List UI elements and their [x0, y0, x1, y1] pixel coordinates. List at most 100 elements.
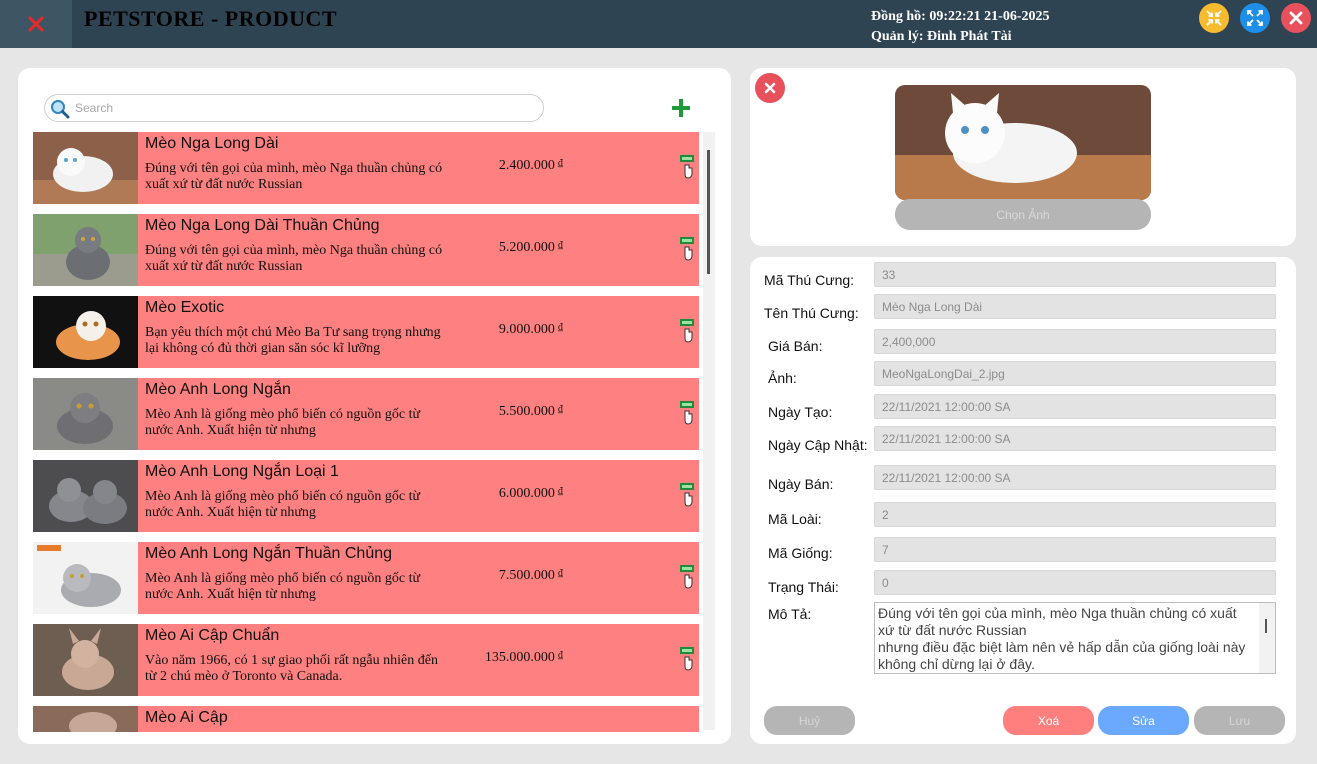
- cart-action[interactable]: [679, 318, 695, 344]
- close-icon: [28, 16, 44, 32]
- scroll-thumb[interactable]: [707, 150, 710, 274]
- cancel-button[interactable]: Huỷ: [764, 706, 855, 735]
- delete-button[interactable]: Xoá: [1003, 706, 1094, 735]
- add-product-button[interactable]: [670, 97, 692, 119]
- cat-photo-icon: [33, 214, 138, 286]
- image-field[interactable]: MeoNgaLongDai_2.jpg: [874, 361, 1276, 386]
- clock-text: Đồng hồ: 09:22:21 21-06-2025: [871, 9, 1050, 24]
- minimize-button[interactable]: [1199, 3, 1229, 33]
- product-thumbnail: [33, 214, 138, 286]
- product-name: Mèo Anh Long Ngắn Loại 1: [145, 463, 339, 480]
- status-label: Trạng Thái:: [768, 579, 839, 595]
- buy-hand-icon: [680, 155, 694, 179]
- price-field[interactable]: 2,400,000: [874, 329, 1276, 354]
- product-price: 2.400.000 ₫: [498, 158, 563, 173]
- list-item[interactable]: Mèo Ai Cập Chuẩn Vào năm 1966, có 1 sự g…: [33, 624, 699, 696]
- list-item[interactable]: Mèo Anh Long Ngắn Thuần Chủng Mèo Anh là…: [33, 542, 699, 614]
- product-name: Mèo Anh Long Ngắn Thuần Chủng: [145, 545, 393, 562]
- product-thumbnail: [33, 624, 138, 696]
- cart-action[interactable]: [679, 564, 695, 590]
- close-window-button[interactable]: [1281, 3, 1311, 33]
- sold-date-label: Ngày Bán:: [768, 476, 834, 492]
- pet-id-label: Mã Thú Cưng:: [764, 272, 855, 288]
- maximize-button[interactable]: [1240, 3, 1270, 33]
- product-thumbnail: [33, 132, 138, 204]
- cat-photo-icon: [33, 624, 138, 696]
- detail-form-panel: Mã Thú Cưng: 33 Tên Thú Cưng: Mèo Nga Lo…: [750, 257, 1296, 744]
- scroll-thumb[interactable]: [1265, 619, 1267, 633]
- pet-name-field[interactable]: Mèo Nga Long Dài: [874, 294, 1276, 319]
- product-name: Mèo Ai Cập Chuẩn: [145, 627, 280, 644]
- manager-text: Quản lý: Đinh Phát Tài: [871, 29, 1012, 44]
- product-thumbnail: [33, 460, 138, 532]
- product-price: 5.500.000 ₫: [498, 404, 563, 419]
- product-thumbnail: [33, 378, 138, 450]
- cart-action[interactable]: [679, 154, 695, 180]
- product-price: 5.200.000 ₫: [498, 240, 563, 255]
- product-name: Mèo Nga Long Dài: [145, 135, 279, 152]
- product-thumbnail: [33, 542, 138, 614]
- expand-arrows-icon: [1247, 10, 1263, 26]
- updated-date-field[interactable]: 22/11/2021 12:00:00 SA: [874, 426, 1276, 451]
- choose-image-button[interactable]: Chọn Ảnh: [895, 199, 1151, 230]
- buy-hand-icon: [680, 401, 694, 425]
- product-desc: Mèo Anh là giống mèo phổ biến có nguồn g…: [145, 407, 421, 438]
- pet-name-label: Tên Thú Cưng:: [764, 305, 859, 321]
- list-item[interactable]: Mèo Anh Long Ngắn Loại 1 Mèo Anh là giốn…: [33, 460, 699, 532]
- description-label: Mô Tả:: [768, 606, 812, 622]
- list-item[interactable]: Mèo Ai Cập: [33, 706, 699, 732]
- list-item[interactable]: Mèo Exotic Bạn yêu thích một chú Mèo Ba …: [33, 296, 699, 368]
- cart-action[interactable]: [679, 236, 695, 262]
- type-id-label: Mã Loài:: [768, 511, 822, 527]
- created-date-label: Ngày Tạo:: [768, 404, 833, 420]
- pet-id-field[interactable]: 33: [874, 262, 1276, 287]
- list-scrollbar[interactable]: [703, 132, 715, 730]
- product-price: 135.000.000 ₫: [484, 650, 563, 665]
- buy-hand-icon: [680, 319, 694, 343]
- product-name: Mèo Nga Long Dài Thuần Chủng: [145, 217, 380, 234]
- product-desc: Mèo Anh là giống mèo phổ biến có nguồn g…: [145, 489, 421, 520]
- status-field[interactable]: 0: [874, 570, 1276, 595]
- cat-photo-icon: [33, 460, 138, 532]
- cat-photo-icon: [895, 85, 1151, 200]
- breed-id-label: Mã Giống:: [768, 545, 833, 561]
- product-price: 6.000.000 ₫: [498, 486, 563, 501]
- close-form-button[interactable]: [0, 0, 72, 48]
- cat-photo-icon: [33, 378, 138, 450]
- product-price: 9.000.000 ₫: [498, 322, 563, 337]
- cart-action[interactable]: [679, 482, 695, 508]
- plus-icon: [672, 99, 690, 117]
- remove-image-button[interactable]: [755, 73, 785, 103]
- type-id-field[interactable]: 2: [874, 502, 1276, 527]
- breed-id-field[interactable]: 7: [874, 537, 1276, 562]
- cat-photo-icon: [33, 132, 138, 204]
- product-list-panel: Mèo Nga Long Dài Đúng với tên gọi của mì…: [18, 68, 731, 744]
- cat-photo-icon: [33, 542, 138, 614]
- image-label: Ảnh:: [768, 370, 797, 386]
- save-button[interactable]: Lưu: [1194, 706, 1285, 735]
- search-input[interactable]: [75, 98, 535, 118]
- image-panel: Chọn Ảnh: [750, 68, 1296, 246]
- list-item[interactable]: Mèo Nga Long Dài Thuần Chủng Đúng với tê…: [33, 214, 699, 286]
- product-name: Mèo Exotic: [145, 299, 225, 316]
- cart-action[interactable]: [679, 646, 695, 672]
- edit-button[interactable]: Sửa: [1098, 706, 1189, 735]
- product-price: 7.500.000 ₫: [498, 568, 563, 583]
- product-thumbnail: [33, 706, 138, 732]
- description-field[interactable]: Đúng với tên gọi của mình, mèo Nga thuần…: [874, 602, 1276, 674]
- buy-hand-icon: [680, 647, 694, 671]
- sold-date-field[interactable]: 22/11/2021 12:00:00 SA: [874, 465, 1276, 490]
- list-item[interactable]: Mèo Nga Long Dài Đúng với tên gọi của mì…: [33, 132, 699, 204]
- created-date-field[interactable]: 22/11/2021 12:00:00 SA: [874, 394, 1276, 419]
- updated-date-label: Ngày Cập Nhật:: [768, 437, 868, 453]
- close-icon: [764, 82, 776, 94]
- description-scrollbar[interactable]: [1259, 603, 1275, 673]
- cart-action[interactable]: [679, 400, 695, 426]
- close-icon: [1289, 11, 1303, 25]
- collapse-arrows-icon: [1206, 10, 1222, 26]
- product-list: Mèo Nga Long Dài Đúng với tên gọi của mì…: [33, 132, 716, 732]
- product-desc: Bạn yêu thích một chú Mèo Ba Tư sang trọ…: [145, 325, 441, 356]
- list-item[interactable]: Mèo Anh Long Ngắn Mèo Anh là giống mèo p…: [33, 378, 699, 450]
- search-box: [44, 94, 544, 122]
- buy-hand-icon: [680, 565, 694, 589]
